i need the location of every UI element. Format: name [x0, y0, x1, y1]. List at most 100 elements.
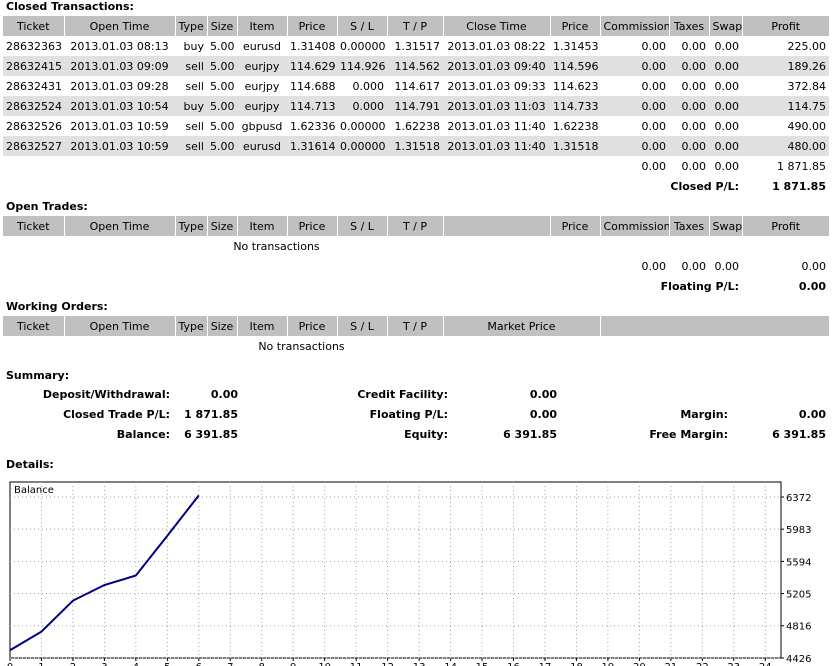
table-cell: buy	[183, 39, 204, 53]
column-header: S / L	[336, 16, 387, 36]
y-tick-label: 4426	[786, 654, 811, 665]
table-cell: 0.00	[681, 79, 707, 93]
floating-pl-value: 0.00	[798, 279, 826, 293]
column-header	[442, 216, 550, 236]
x-tick-label: 17	[539, 662, 552, 666]
table-cell: 2013.01.03 11:40	[447, 119, 546, 133]
column-header: Type	[174, 216, 207, 236]
column-header: Taxes	[668, 216, 709, 236]
table-cell: 114.926	[337, 56, 387, 76]
x-tick-label: 19	[602, 662, 615, 666]
table-cell: 114.596	[550, 56, 600, 76]
table-row: 28632415 2013.01.03 09:09 sell 5.00 eurjpy 11…	[3, 56, 829, 76]
x-tick-label: 11	[350, 662, 363, 666]
table-cell: 0.00	[641, 79, 667, 93]
balance-value: 6 391.85	[184, 428, 238, 441]
empty-row: No transactions	[3, 236, 829, 256]
closed-pl-label: Closed P/L:	[670, 179, 739, 193]
equity-label: Equity:	[404, 428, 448, 441]
commission-total: 0.00	[641, 159, 667, 173]
table-cell: 2013.01.03 09:33	[447, 79, 546, 93]
header-row: Ticket Open Time Type Size Item Price S / LT /…	[3, 216, 829, 236]
y-tick-label: 5205	[786, 590, 811, 601]
table-row: 28632524 2013.01.03 10:54 buy 5.00 eurjpy 114…	[3, 96, 829, 116]
column-header: Open Time	[63, 16, 175, 36]
swap-total: 0.00	[714, 259, 740, 273]
table-cell: 5.00	[210, 79, 235, 93]
table-cell: 114.75	[742, 96, 829, 116]
x-tick-label: 21	[664, 662, 677, 666]
column-header: Price	[286, 16, 337, 36]
table-cell: 1.31518	[550, 136, 600, 156]
column-header: T / P	[386, 216, 443, 236]
working-orders-title: Working Orders:	[6, 300, 108, 313]
table-cell: 0.00	[714, 119, 740, 133]
closed-trade-pl-label: Closed Trade P/L:	[63, 408, 170, 421]
table-cell: sell	[185, 119, 204, 133]
y-tick-label: 6372	[786, 493, 811, 504]
credit-label: Credit Facility:	[357, 388, 448, 401]
table-cell: gbpusd	[241, 119, 283, 133]
deposit-label: Deposit/Withdrawal:	[42, 388, 170, 401]
table-cell: 114.623	[553, 79, 599, 93]
taxes-total: 0.00	[681, 259, 707, 273]
table-cell: 0.00	[600, 136, 669, 156]
table-cell: 1.62336	[290, 119, 336, 133]
header-row: Ticket Open Time Type Size Item Price S / LT /…	[3, 16, 829, 36]
column-header: Ticket	[3, 216, 64, 236]
table-cell: 0.000	[352, 79, 385, 93]
table-cell: 5.00	[207, 96, 237, 116]
x-tick-label: 16	[507, 662, 520, 666]
header-row: Ticket Open Time Type Size Item Price S / LT /…	[3, 316, 829, 336]
x-tick-label: 22	[696, 662, 709, 666]
table-cell: 2013.01.03 09:09	[64, 56, 175, 76]
x-tick-label: 24	[759, 662, 772, 666]
table-cell: 0.00	[709, 136, 742, 156]
table-cell: 114.562	[387, 56, 443, 76]
floating-pl-label: Floating P/L:	[660, 279, 739, 293]
x-tick-label: 10	[318, 662, 331, 666]
x-tick-label: 14	[444, 662, 457, 666]
table-cell: 114.629	[287, 56, 337, 76]
column-header: Item	[236, 16, 287, 36]
table-cell: eurusd	[237, 136, 287, 156]
column-header: Item	[236, 316, 287, 336]
table-cell: 114.713	[287, 96, 337, 116]
profit-total: 0.00	[801, 259, 827, 273]
table-cell: 0.00000	[337, 136, 387, 156]
balance-chart: 0123456789101112131415161718192021222324…	[7, 481, 811, 666]
x-tick-label: 1	[38, 662, 44, 666]
table-cell: 28632524	[3, 96, 64, 116]
column-header: Commission	[599, 16, 669, 36]
table-cell: 0.00	[681, 39, 707, 53]
x-tick-label: 0	[7, 662, 13, 666]
table-cell: 0.00	[669, 136, 709, 156]
open-trades-table: Ticket Open Time Type Size Item Price S / LT /…	[3, 216, 829, 296]
margin-label: Margin:	[680, 408, 728, 421]
table-cell: 114.791	[387, 96, 443, 116]
column-header: Profit	[741, 16, 829, 36]
x-tick-label: 12	[381, 662, 394, 666]
table-cell: 2013.01.03 10:59	[70, 119, 169, 133]
equity-value: 6 391.85	[503, 428, 557, 441]
table-cell: eurjpy	[237, 96, 287, 116]
column-header: Price	[549, 216, 600, 236]
table-row: 28632527 2013.01.03 10:59 sell 5.00 eurusd 1.…	[3, 136, 829, 156]
table-cell: 1.31517	[394, 39, 441, 53]
table-cell: 0.00	[600, 96, 669, 116]
column-header: S / L	[336, 316, 387, 336]
table-cell: 1.31518	[387, 136, 443, 156]
table-cell: 0.00	[709, 96, 742, 116]
table-cell: 2013.01.03 10:54	[64, 96, 175, 116]
x-tick-label: 5	[164, 662, 170, 666]
table-cell: 2013.01.03 11:03	[443, 96, 550, 116]
totals-row: 0.00 0.00 0.00 1 871.85	[3, 156, 829, 176]
table-cell: 1.31408	[290, 39, 336, 53]
column-header: Swap	[708, 216, 742, 236]
open-trades-title: Open Trades:	[6, 200, 88, 213]
table-cell: 28632415	[3, 56, 64, 76]
no-transactions-text: No transactions	[233, 239, 320, 253]
x-tick-label: 8	[259, 662, 265, 666]
table-cell: sell	[175, 56, 207, 76]
table-cell: 490.00	[787, 119, 827, 133]
